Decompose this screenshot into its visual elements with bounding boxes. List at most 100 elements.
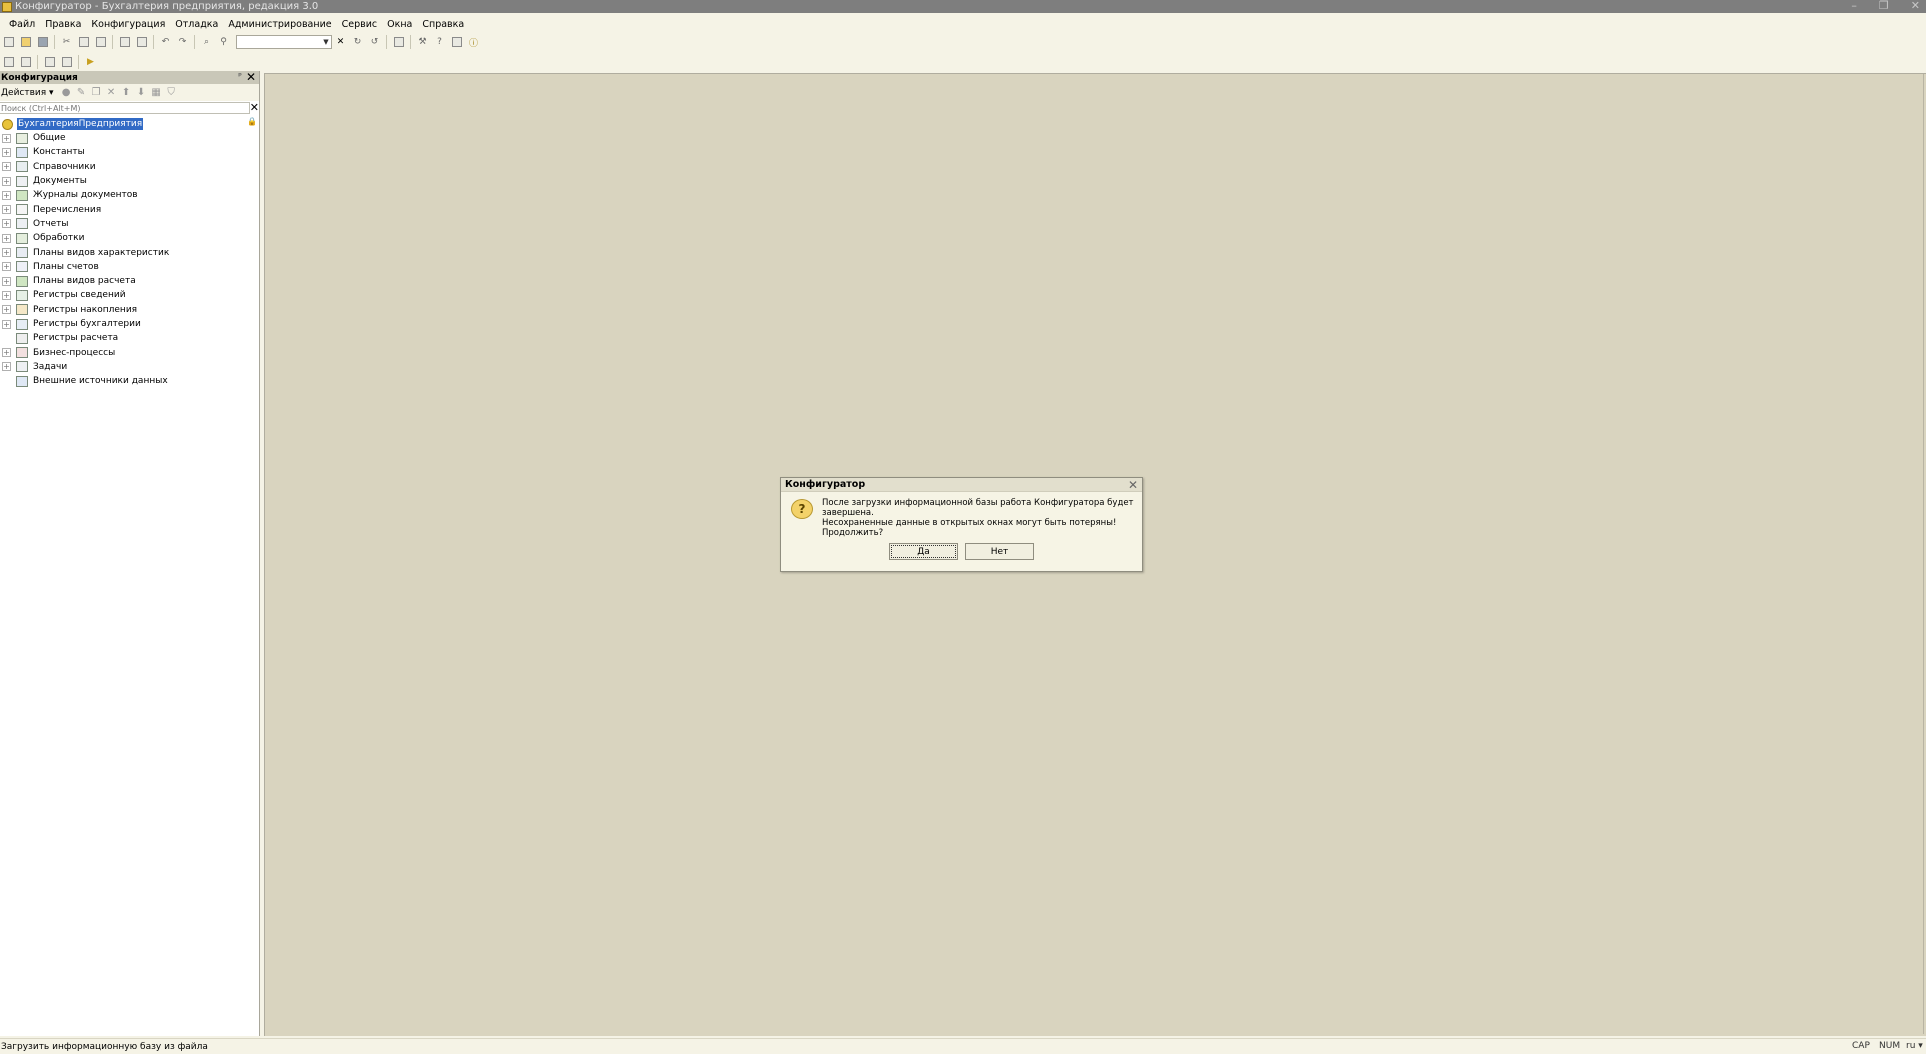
tree-item[interactable]: + Общие (0, 131, 259, 145)
expand-icon[interactable]: + (2, 176, 11, 186)
expand-icon[interactable]: + (2, 290, 11, 300)
common-icon (16, 132, 28, 144)
tree-item[interactable]: + Планы видов характеристик (0, 245, 259, 259)
redo-icon[interactable]: ↷ (176, 35, 190, 49)
tree-item[interactable]: + Регистры накопления (0, 303, 259, 317)
menu-help[interactable]: Справка (421, 19, 465, 30)
expand-icon[interactable]: + (2, 147, 11, 157)
save-icon[interactable] (36, 35, 50, 49)
expand-icon[interactable]: + (2, 133, 11, 143)
menu-administration[interactable]: Администрирование (227, 19, 332, 30)
expand-icon[interactable]: + (2, 262, 11, 272)
find-icon[interactable]: ⌕ (200, 35, 214, 49)
print-icon[interactable] (118, 35, 132, 49)
tree-root[interactable]: БухгалтерияПредприятия 🔒 (0, 117, 259, 131)
tree-item[interactable]: Внешние источники данных (0, 374, 259, 388)
syntax-helper-icon[interactable]: ? (433, 35, 447, 49)
tree-item[interactable]: + Отчеты (0, 217, 259, 231)
menu-file[interactable]: Файл (8, 19, 36, 30)
add-icon[interactable]: ● (60, 86, 73, 99)
tree-item[interactable]: + Журналы документов (0, 188, 259, 202)
search-clear-icon[interactable]: ✕ (250, 101, 259, 114)
actions-menu-button[interactable]: Действия ▾ (1, 88, 54, 98)
maximize-button[interactable]: ❐ (1879, 0, 1889, 12)
tree-item[interactable]: + Перечисления (0, 202, 259, 216)
expand-icon[interactable]: + (2, 305, 11, 315)
minimize-button[interactable]: – (1851, 0, 1857, 12)
window-title: Конфигуратор - Бухгалтерия предприятия, … (15, 1, 319, 12)
status-text: Загрузить информационную базу из файла (1, 1041, 208, 1052)
move-up-icon[interactable]: ⬆ (120, 86, 133, 99)
new-icon[interactable] (2, 35, 16, 49)
search-next-icon[interactable]: ↻ (351, 35, 365, 49)
menu-debug[interactable]: Отладка (174, 19, 219, 30)
toolbar-search-input[interactable]: ▼ (236, 35, 332, 49)
expand-icon[interactable]: + (2, 162, 11, 172)
expand-icon[interactable]: + (2, 205, 11, 215)
tree-item[interactable]: + Справочники (0, 160, 259, 174)
tree-item[interactable]: Регистры расчета (0, 331, 259, 345)
tools-icon[interactable]: ⚒ (416, 35, 430, 49)
panel-header: Конфигурация ᵖ ✕ (0, 70, 259, 84)
expand-icon[interactable]: + (2, 348, 11, 358)
menu-windows[interactable]: Окна (386, 19, 413, 30)
copy-item-icon[interactable]: ❐ (90, 86, 103, 99)
run-debug-icon[interactable]: ▶ (84, 55, 98, 69)
move-down-icon[interactable]: ⬇ (135, 86, 148, 99)
edit-icon[interactable]: ✎ (75, 86, 88, 99)
zoom-icon[interactable]: ⚲ (217, 35, 231, 49)
filter-icon[interactable]: ⛉ (165, 86, 178, 99)
tree-item[interactable]: + Документы (0, 174, 259, 188)
tree-item[interactable]: + Регистры сведений (0, 288, 259, 302)
paste-icon[interactable] (94, 35, 108, 49)
tree-item[interactable]: + Планы видов расчета (0, 274, 259, 288)
expand-icon[interactable]: + (2, 233, 11, 243)
cap-indicator: CAP (1852, 1041, 1870, 1051)
db-config-icon[interactable] (2, 55, 16, 69)
copy-icon[interactable] (77, 35, 91, 49)
clear-search-icon[interactable]: ✕ (334, 35, 348, 49)
panel-close-button[interactable]: ✕ (246, 70, 256, 84)
tree-item[interactable]: + Обработки (0, 231, 259, 245)
open-config-icon[interactable] (19, 55, 33, 69)
panel-search-field[interactable]: ✕ (0, 101, 259, 114)
tree-item[interactable]: + Константы (0, 145, 259, 159)
tree-item[interactable]: + Бизнес-процессы (0, 345, 259, 359)
tree-item[interactable]: + Планы счетов (0, 260, 259, 274)
panel-search-input[interactable] (0, 103, 240, 113)
expand-icon[interactable]: + (2, 319, 11, 329)
expand-icon[interactable]: + (2, 362, 11, 372)
tree-item[interactable]: + Задачи (0, 360, 259, 374)
expand-icon[interactable]: + (2, 219, 11, 229)
menu-bar: Файл Правка Конфигурация Отладка Админис… (0, 16, 1926, 32)
search-prev-icon[interactable]: ↺ (368, 35, 382, 49)
info-icon[interactable]: ⓘ (467, 35, 481, 49)
tree-item[interactable]: + Регистры бухгалтерии (0, 317, 259, 331)
journals-icon (16, 189, 28, 201)
expand-icon[interactable]: + (2, 248, 11, 258)
menu-configuration[interactable]: Конфигурация (90, 19, 166, 30)
no-button[interactable]: Нет (965, 543, 1034, 560)
window-list-icon[interactable] (392, 35, 406, 49)
dialog-body: ? После загрузки информационной базы раб… (781, 492, 1142, 538)
open-icon[interactable] (19, 35, 33, 49)
cut-icon[interactable]: ✂ (60, 35, 74, 49)
language-indicator[interactable]: ru ▾ (1906, 1041, 1923, 1051)
menu-service[interactable]: Сервис (341, 19, 379, 30)
properties-icon[interactable] (60, 55, 74, 69)
expand-icon[interactable]: + (2, 276, 11, 286)
menu-edit[interactable]: Правка (44, 19, 82, 30)
sort-icon[interactable]: ▦ (150, 86, 163, 99)
chevron-down-icon[interactable]: ▼ (321, 36, 331, 48)
yes-button[interactable]: Да (889, 543, 958, 560)
expand-icon[interactable]: + (2, 190, 11, 200)
undo-icon[interactable]: ↶ (159, 35, 173, 49)
close-window-button[interactable]: ✕ (1911, 0, 1920, 12)
pin-icon[interactable]: ᵖ (238, 71, 242, 80)
help-contents-icon[interactable] (450, 35, 464, 49)
delete-icon[interactable]: ✕ (105, 86, 118, 99)
dialog-close-button[interactable]: ✕ (1128, 478, 1138, 492)
update-db-icon[interactable] (43, 55, 57, 69)
tree-item-label: Документы (33, 176, 87, 187)
print-preview-icon[interactable] (135, 35, 149, 49)
